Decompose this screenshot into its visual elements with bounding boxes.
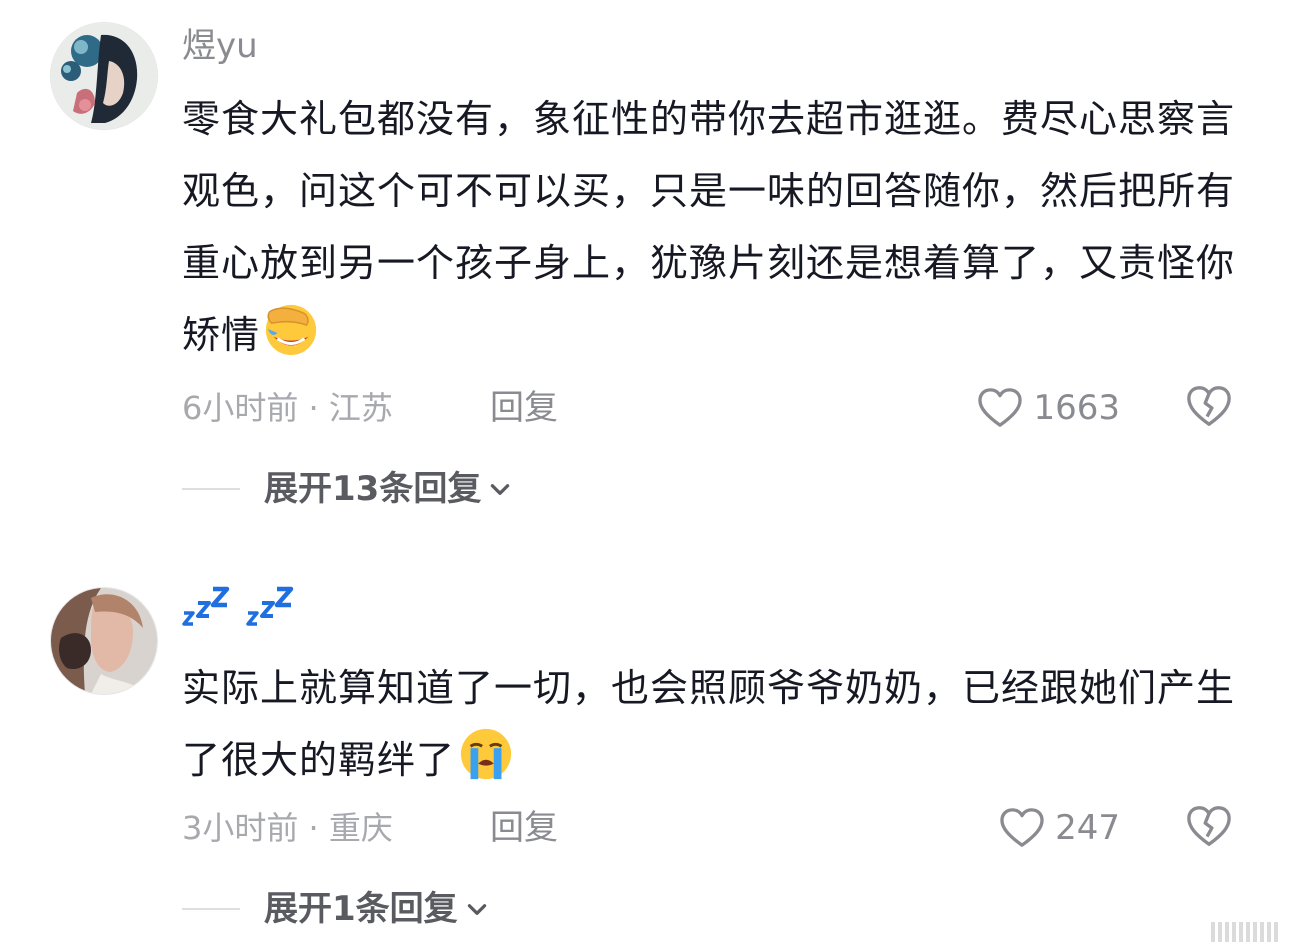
- facepalm-laugh-emoji: [265, 304, 317, 356]
- chevron-down-icon: [464, 896, 490, 922]
- comment-body: 零食大礼包都没有，象征性的带你去超市逛逛。费尽心思察言观色，问这个可不可以买，只…: [182, 97, 1236, 357]
- expand-replies-button[interactable]: 展开13条回复: [264, 467, 513, 511]
- watermark-bars: [1211, 922, 1278, 942]
- comment-text: 实际上就算知道了一切，也会照顾爷爷奶奶，已经跟她们产生了很大的羁绊了: [182, 652, 1242, 796]
- expand-replies: 展开1条回复: [182, 887, 490, 931]
- expand-replies: 展开13条回复: [182, 467, 513, 511]
- sleep-zz-icon: [246, 586, 294, 626]
- divider-line: [182, 488, 240, 490]
- comment-meta: 6小时前 · 江苏 回复: [182, 386, 558, 430]
- like-button[interactable]: 247: [999, 806, 1120, 850]
- reply-button[interactable]: 回复: [490, 386, 558, 430]
- username[interactable]: [182, 585, 294, 629]
- sleep-zz-icon: [182, 586, 230, 626]
- comment-body: 实际上就算知道了一切，也会照顾爷爷奶奶，已经跟她们产生了很大的羁绊了: [182, 666, 1236, 782]
- dislike-button[interactable]: [1186, 384, 1232, 430]
- time-location: 6小时前 · 江苏: [182, 389, 393, 427]
- heart-icon: [978, 388, 1023, 427]
- loudly-crying-emoji: [460, 728, 512, 780]
- reply-button[interactable]: 回复: [490, 806, 558, 850]
- time-location: 3小时前 · 重庆: [182, 809, 393, 847]
- expand-replies-label: 展开1条回复: [264, 889, 458, 929]
- like-count: 1663: [1033, 388, 1120, 428]
- broken-heart-icon: [1187, 806, 1231, 846]
- comment-meta: 3小时前 · 重庆 回复: [182, 806, 558, 850]
- expand-replies-button[interactable]: 展开1条回复: [264, 887, 490, 931]
- heart-icon: [1000, 808, 1044, 847]
- avatar[interactable]: [50, 587, 158, 695]
- like-button[interactable]: 1663: [977, 386, 1120, 430]
- comment-text: 零食大礼包都没有，象征性的带你去超市逛逛。费尽心思察言观色，问这个可不可以买，只…: [182, 83, 1242, 371]
- avatar-image: [51, 23, 157, 129]
- avatar-image: [51, 588, 157, 694]
- like-count: 247: [1055, 808, 1120, 848]
- avatar[interactable]: [50, 22, 158, 130]
- username[interactable]: 煜yu: [182, 24, 258, 68]
- expand-replies-label: 展开13条回复: [264, 469, 482, 509]
- chevron-down-icon: [487, 476, 513, 502]
- broken-heart-icon: [1187, 386, 1231, 426]
- divider-line: [182, 908, 240, 910]
- dislike-button[interactable]: [1186, 804, 1232, 850]
